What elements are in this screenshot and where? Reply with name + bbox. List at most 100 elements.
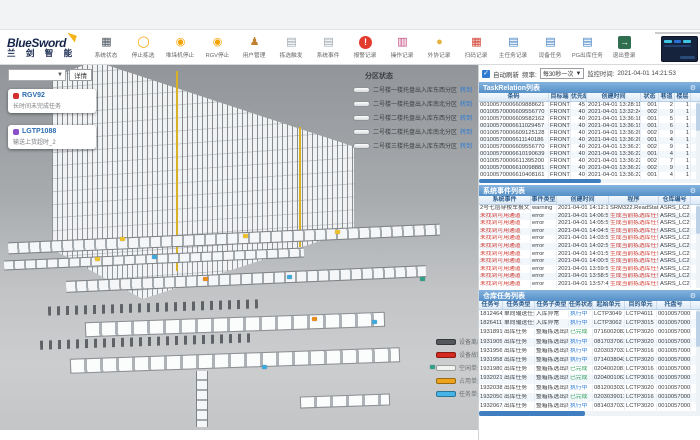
scrollbar-thumb[interactable] xyxy=(696,206,700,234)
column-header[interactable]: 巷道 xyxy=(659,93,675,101)
table-row[interactable]: 未找到可用通道error2021-04-01 14:02:55生成当前拣选库任务… xyxy=(479,243,700,251)
toolbar-item-system-status[interactable]: ▦系统状态 xyxy=(88,36,125,59)
column-header[interactable]: 状态 xyxy=(641,93,659,101)
table-row[interactable]: 00100570006610098881FRONT402021-04-01 13… xyxy=(479,165,700,172)
table-row[interactable]: 1931905出库任务整箱拣选出库执行中0817037061LCTP302000… xyxy=(479,338,700,347)
table-cell: error xyxy=(531,258,557,265)
auto-refresh-checkbox[interactable]: ✓ xyxy=(482,70,490,78)
vertical-scrollbar[interactable] xyxy=(696,205,700,288)
toolbar-item-user-management[interactable]: ♟用户管理 xyxy=(236,36,273,59)
table-row[interactable]: 未找到可用通道error2021-04-01 13:59:51生成当前拣选库任务… xyxy=(479,265,700,273)
table-row[interactable]: 1931980出库任务整箱拣选出库已完成0204002081LCTP301600… xyxy=(479,365,700,374)
table-row[interactable]: 1812464单向输送任务入库异常执行中LCTP3049LCTP40110010… xyxy=(479,310,700,319)
zone-goto-link[interactable]: 转到 xyxy=(460,141,472,150)
table-row[interactable]: 未找到可用通道error2021-04-01 14:04:56生成当前拣选库任务… xyxy=(479,228,700,236)
gear-icon[interactable]: ⚙ xyxy=(690,84,696,92)
table-row[interactable]: 未找到可用通道error2021-04-01 14:01:54生成当前拣选库任务… xyxy=(479,250,700,258)
toolbar-item-scan-records[interactable]: ▦扫码记录 xyxy=(458,36,495,59)
zone-goto-link[interactable]: 转到 xyxy=(460,99,472,108)
zone-toggle[interactable] xyxy=(353,101,370,107)
details-button[interactable]: 详情 xyxy=(69,69,92,81)
column-header[interactable]: 事件类型 xyxy=(531,196,557,204)
toolbar-item-picking-trigger[interactable]: ▤拣选触发 xyxy=(273,36,310,59)
table-row[interactable]: 未找到可用通道error2021-04-01 13:57:49生成当前拣选库任务… xyxy=(479,280,700,288)
table-row[interactable]: 未找到可用通道error2021-04-01 14:00:52生成当前拣选库任务… xyxy=(479,258,700,266)
table-row[interactable]: 00100570006611029457FRONT402021-04-01 13… xyxy=(479,123,700,130)
table-row[interactable]: 未找到可用通道error2021-04-01 14:06:57生成当前拣选库任务… xyxy=(479,213,700,221)
table-row[interactable]: 00100570006610190639FRONT402021-04-01 13… xyxy=(479,151,700,158)
column-header[interactable]: 目的单元 xyxy=(625,301,657,309)
table-row[interactable]: 1932050出库任务整箱拣选出库已完成0203039011LCTP301600… xyxy=(479,393,700,402)
scrollbar-thumb[interactable] xyxy=(696,311,700,347)
column-header[interactable]: 任务状态 xyxy=(569,301,593,309)
table-row[interactable]: 00100570006609556770FRONT402021-04-01 13… xyxy=(479,144,700,151)
toolbar-item-system-events[interactable]: ▤系统事件 xyxy=(310,36,347,59)
gear-icon[interactable]: ⚙ xyxy=(690,187,696,195)
table-row[interactable]: 1931958出库任务整箱拣选出库执行中0714038042LCTP302000… xyxy=(479,356,700,365)
table-row[interactable]: 未找到可用通道error2021-04-01 14:03:56生成当前拣选库任务… xyxy=(479,235,700,243)
toolbar-item-operation-records[interactable]: ▥操作记录 xyxy=(384,36,421,59)
column-header[interactable]: 起始单元 xyxy=(593,301,625,309)
column-header[interactable]: 任务号 xyxy=(479,301,503,309)
table-row[interactable]: 00100570006611395200FRONT402021-04-01 13… xyxy=(479,158,700,165)
warehouse-3d-viewport[interactable]: ▼ 详情 RGV92长时间未完成任务LGTP1088输送上货超时_2 分区状态 … xyxy=(0,65,478,430)
toolbar-item-logout[interactable]: →退出登录 xyxy=(606,36,643,59)
column-header[interactable]: 托盘号 xyxy=(657,301,691,309)
zone-toggle[interactable] xyxy=(353,143,370,149)
toolbar-item-alarm-records[interactable]: !报警记录 xyxy=(347,36,384,59)
vertical-scrollbar[interactable] xyxy=(696,310,700,416)
gear-icon[interactable]: ⚙ xyxy=(690,292,696,300)
frequency-select[interactable]: 每30秒一次▼ xyxy=(540,68,585,79)
toolbar-item-stacker-stop[interactable]: ◉堆垛机停止 xyxy=(162,36,199,59)
table-row[interactable]: 1931891出库任务整箱拣选出库已完成0716002082LCTP302000… xyxy=(479,328,700,337)
toolbar-item-main-task-records[interactable]: ▤主任务记录 xyxy=(495,36,532,59)
table-row[interactable]: 1932038出库任务整箱拣选出库执行中0812003032LCTP302000… xyxy=(479,384,700,393)
device-alert-card[interactable]: LGTP1088输送上货超时_2 xyxy=(8,125,96,149)
device-alert-card[interactable]: RGV92长时间未完成任务 xyxy=(8,89,96,113)
scrollbar-thumb[interactable] xyxy=(479,179,601,183)
table-row[interactable]: 00100570006610408161FRONT402021-04-01 13… xyxy=(479,172,700,179)
toolbar-item-pg-outbound-tasks[interactable]: ▤PG出库任务 xyxy=(569,36,606,59)
scrollbar-thumb[interactable] xyxy=(479,411,585,416)
table-row[interactable]: 1932067出库任务整箱拣选出库执行中0814037032LCTP302000… xyxy=(479,402,700,411)
table-row[interactable]: 00100570006609556770FRONT402021-04-01 13… xyxy=(479,109,700,116)
column-header[interactable]: 创建时间 xyxy=(587,93,641,101)
table-row[interactable]: 00100570006609582162FRONT402021-04-01 13… xyxy=(479,116,700,123)
column-header[interactable]: 创建时间 xyxy=(557,196,609,204)
zone-toggle[interactable] xyxy=(353,115,370,121)
table-row[interactable]: 1932021出库任务整箱拣选出库已完成0204001062LCTP301600… xyxy=(479,374,700,383)
dashboard-thumbnail[interactable] xyxy=(661,36,698,62)
table-row[interactable]: 2号七层穿梭车报文错误:串连长度warning2021-04-01 14:12:… xyxy=(479,205,700,213)
column-header[interactable]: 楼层 xyxy=(675,93,691,101)
column-header[interactable]: 程序 xyxy=(609,196,659,204)
horizontal-scrollbar[interactable] xyxy=(479,411,700,416)
zone-goto-link[interactable]: 转到 xyxy=(460,85,472,94)
table-row[interactable]: 1826411单向输送任务入库异常执行中LCTP3062LCTP30150010… xyxy=(479,319,700,328)
zone-goto-link[interactable]: 转到 xyxy=(460,127,472,136)
toolbar-item-rgv-stop[interactable]: ◉RGV停止 xyxy=(199,36,236,59)
scrollbar-thumb[interactable] xyxy=(696,103,700,131)
table-row[interactable]: 1931956出库任务整箱拣选出库执行中0203037032LCTP301600… xyxy=(479,347,700,356)
column-header[interactable]: 目标端 xyxy=(549,93,571,101)
toolbar-item-external-records[interactable]: ●外协记录 xyxy=(421,36,458,59)
table-row[interactable]: 未找到可用通道error2021-04-01 14:05:56生成当前拣选库任务… xyxy=(479,220,700,228)
legend-color-swatch xyxy=(436,391,456,397)
vertical-scrollbar[interactable] xyxy=(696,102,700,183)
column-header[interactable]: 条码 xyxy=(479,93,549,101)
column-header[interactable]: 系统事件 xyxy=(479,196,531,204)
table-row[interactable]: 00100570006611140186FRONT402021-04-01 13… xyxy=(479,137,700,144)
table-row[interactable]: 00100570006609888621FRONT452021-04-01 13… xyxy=(479,102,700,109)
toolbar-item-device-tasks[interactable]: ▤设备任务 xyxy=(532,36,569,59)
zone-toggle[interactable] xyxy=(353,87,370,93)
zone-toggle[interactable] xyxy=(353,129,370,135)
table-row[interactable]: 00100570006609125128FRONT402021-04-01 13… xyxy=(479,130,700,137)
zone-goto-link[interactable]: 转到 xyxy=(460,113,472,122)
horizontal-scrollbar[interactable] xyxy=(479,179,700,183)
column-header[interactable]: 任务子类型 xyxy=(535,301,569,309)
column-header[interactable]: 仓库编号 xyxy=(659,196,691,204)
column-header[interactable]: 优先级 xyxy=(571,93,587,101)
device-filter-select[interactable]: ▼ xyxy=(8,69,66,81)
table-row[interactable]: 未找到可用通道error2021-04-01 13:58:50生成当前拣选库任务… xyxy=(479,273,700,281)
column-header[interactable]: 任务类型 xyxy=(503,301,535,309)
toolbar-item-stop-picking[interactable]: ◯停止拣选 xyxy=(125,36,162,59)
